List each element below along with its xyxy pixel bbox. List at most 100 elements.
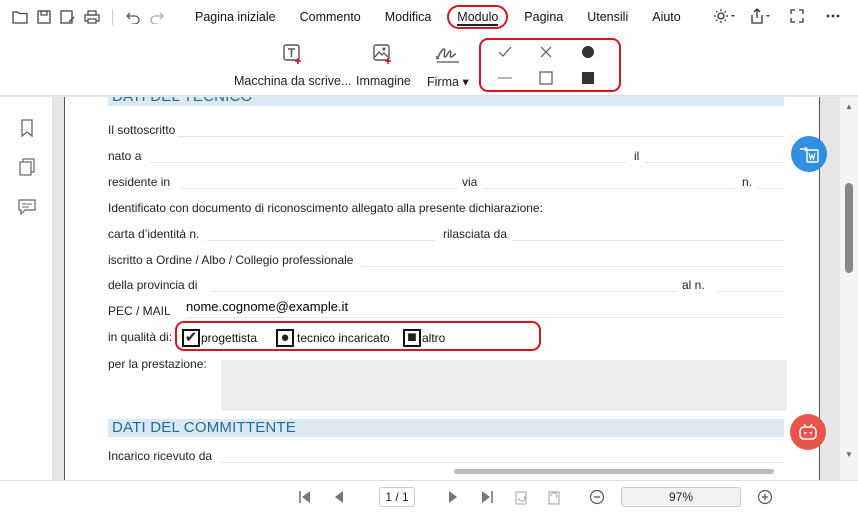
- scroll-up-icon[interactable]: ▲: [845, 102, 853, 111]
- field-n[interactable]: [758, 188, 784, 189]
- last-page-icon[interactable]: [477, 487, 497, 507]
- label-via: via: [462, 175, 478, 189]
- filled-square-shape-icon[interactable]: [579, 69, 597, 87]
- dropdown-arrow-icon: ▾: [462, 75, 469, 89]
- scroll-down-icon[interactable]: ▼: [845, 450, 853, 459]
- image-label: Immagine: [356, 74, 411, 88]
- form-shapes-group: [479, 38, 621, 92]
- line-shape-icon[interactable]: [496, 69, 514, 87]
- check-shape-icon[interactable]: [496, 43, 514, 61]
- section-header-committente: DATI DEL COMMITTENTE: [108, 419, 784, 437]
- save-icon[interactable]: [32, 5, 56, 29]
- label-residente: residente in: [108, 175, 171, 189]
- field-iscritto[interactable]: [361, 266, 784, 267]
- previous-page-icon[interactable]: [329, 487, 349, 507]
- convert-to-word-button[interactable]: [791, 136, 827, 172]
- filled-circle-icon: ●: [280, 329, 290, 346]
- fullscreen-icon[interactable]: [786, 5, 808, 27]
- menu-commento[interactable]: Commento: [288, 5, 373, 29]
- more-icon[interactable]: [822, 5, 844, 27]
- zoom-level-input[interactable]: 97%: [621, 487, 741, 507]
- first-page-icon[interactable]: [295, 487, 315, 507]
- signature-label: Firma ▾: [427, 75, 469, 89]
- robot-icon: [799, 423, 817, 440]
- thumbnails-icon[interactable]: [16, 156, 38, 178]
- checkmark-icon: ✔: [184, 329, 198, 346]
- vertical-scroll-thumb[interactable]: [845, 183, 853, 273]
- label-tecnico-incaricato: tecnico incaricato: [297, 331, 390, 345]
- label-pec: PEC / MAIL: [108, 304, 171, 318]
- pdf-page: DATI DEL TECNICO Il sottoscritto nato a …: [64, 97, 820, 480]
- undo-icon[interactable]: [121, 5, 145, 29]
- circle-shape-icon[interactable]: [579, 43, 597, 61]
- menu-modulo[interactable]: Modulo: [447, 5, 509, 29]
- top-toolbar: Pagina iniziale Commento Modifica Modulo…: [0, 0, 858, 34]
- share-icon[interactable]: [750, 5, 772, 27]
- field-prestazione[interactable]: [221, 360, 787, 411]
- signature-icon: [434, 40, 462, 68]
- main-menu: Pagina iniziale Commento Modifica Modulo…: [183, 5, 693, 29]
- horizontal-scroll-thumb[interactable]: [454, 469, 774, 474]
- label-n: n.: [742, 175, 753, 189]
- field-pec[interactable]: [186, 317, 784, 318]
- filled-square-icon: ■: [407, 329, 417, 346]
- qualita-options-group: ✔ progettista ● tecnico incaricato ■ alt…: [175, 321, 541, 351]
- label-carta: carta d’identità n.: [108, 227, 200, 241]
- rotate-left-icon[interactable]: [511, 487, 531, 507]
- checkbox-altro[interactable]: ■: [403, 329, 421, 347]
- menu-modifica[interactable]: Modifica: [373, 5, 444, 29]
- document-area: DATI DEL TECNICO Il sottoscritto nato a …: [54, 97, 840, 480]
- section-header-tecnico: DATI DEL TECNICO: [108, 97, 784, 106]
- checkbox-tecnico-incaricato[interactable]: ●: [276, 329, 294, 347]
- menu-pagina[interactable]: Pagina: [512, 5, 575, 29]
- field-via[interactable]: [483, 188, 735, 189]
- typewriter-button[interactable]: Macchina da scrive...: [234, 40, 351, 88]
- comments-icon[interactable]: [16, 196, 38, 218]
- field-sottoscritto[interactable]: [178, 136, 784, 137]
- field-provincia[interactable]: [211, 291, 676, 292]
- bottom-bar: 1 / 1 97%: [0, 480, 858, 513]
- redo-icon[interactable]: [145, 5, 169, 29]
- label-sottoscritto: Il sottoscritto: [108, 123, 176, 137]
- rotate-right-icon[interactable]: [544, 487, 564, 507]
- ai-assistant-button[interactable]: [790, 414, 826, 450]
- save-as-icon[interactable]: [56, 5, 80, 29]
- checkbox-progettista[interactable]: ✔: [182, 329, 200, 347]
- print-icon[interactable]: [80, 5, 104, 29]
- menu-utensili[interactable]: Utensili: [575, 5, 640, 29]
- toolbar-divider: [112, 9, 113, 25]
- vertical-scrollbar[interactable]: ▲ ▼: [840, 97, 858, 480]
- label-prestazione: per la prestazione:: [108, 357, 207, 371]
- field-nato-a[interactable]: [150, 162, 626, 163]
- field-al-n[interactable]: [718, 291, 784, 292]
- pec-input[interactable]: nome.cognome@example.it: [186, 299, 348, 314]
- image-button[interactable]: Immagine: [356, 40, 411, 88]
- cross-shape-icon[interactable]: [537, 43, 555, 61]
- label-progettista: progettista: [201, 331, 258, 345]
- word-convert-icon: [800, 146, 819, 163]
- label-il: il: [634, 149, 640, 163]
- horizontal-scrollbar[interactable]: [54, 462, 840, 480]
- field-residente[interactable]: [182, 188, 457, 189]
- next-page-icon[interactable]: [443, 487, 463, 507]
- square-shape-icon[interactable]: [537, 69, 555, 87]
- zoom-in-icon[interactable]: [755, 487, 775, 507]
- label-rilasciata: rilasciata da: [443, 227, 508, 241]
- identificato-text: Identificato con documento di riconoscim…: [108, 201, 543, 215]
- field-il[interactable]: [645, 162, 784, 163]
- signature-button[interactable]: Firma ▾: [427, 40, 469, 89]
- label-al-n: al n.: [682, 278, 705, 292]
- quick-access: [0, 5, 169, 29]
- field-rilasciata[interactable]: [513, 240, 784, 241]
- bookmark-icon[interactable]: [16, 117, 38, 139]
- open-folder-icon[interactable]: [8, 5, 32, 29]
- page-number-input[interactable]: 1 / 1: [379, 487, 415, 507]
- label-qualita: in qualità di:: [108, 330, 173, 344]
- zoom-out-icon[interactable]: [587, 487, 607, 507]
- label-nato-a: nato a: [108, 149, 142, 163]
- menu-aiuto[interactable]: Aiuto: [640, 5, 693, 29]
- theme-sun-icon[interactable]: [714, 5, 736, 27]
- window-tools: [714, 5, 844, 27]
- field-carta[interactable]: [207, 240, 435, 241]
- menu-pagina-iniziale[interactable]: Pagina iniziale: [183, 5, 288, 29]
